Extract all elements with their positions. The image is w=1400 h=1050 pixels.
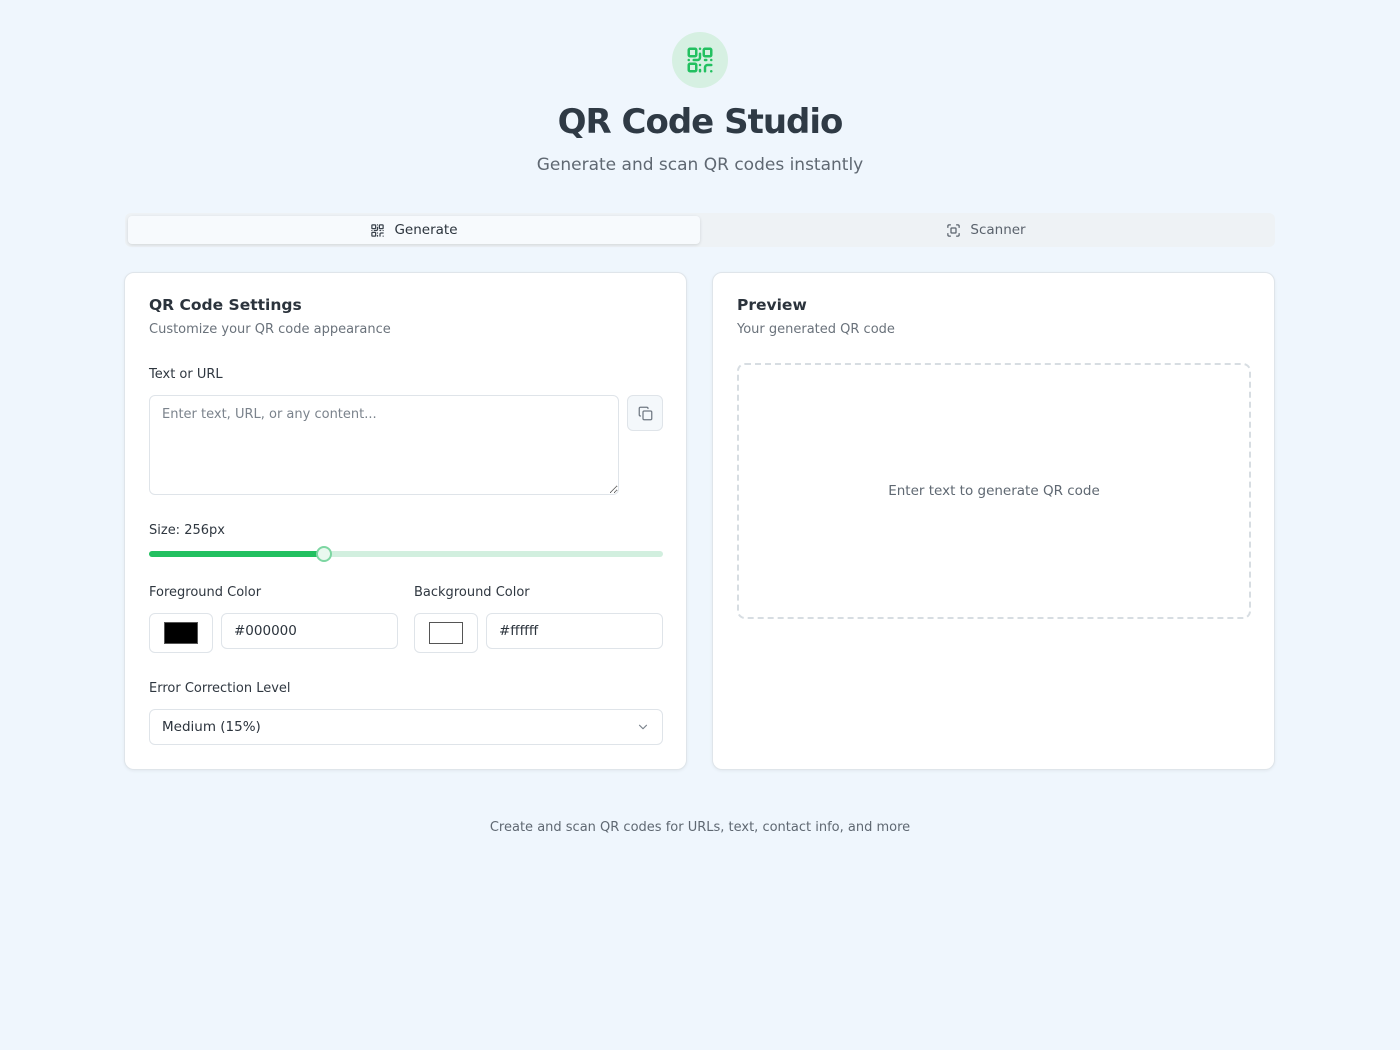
background-color-input[interactable] [486, 613, 663, 649]
background-color-label: Background Color [414, 585, 530, 600]
page-title: QR Code Studio [557, 102, 844, 142]
error-correction-label: Error Correction Level [149, 681, 291, 696]
text-input-label: Text or URL [149, 367, 223, 382]
tab-scanner-label: Scanner [970, 222, 1026, 238]
qr-preview-area: Enter text to generate QR code [737, 363, 1251, 619]
qr-code-icon [687, 47, 713, 73]
settings-card: QR Code Settings Customize your QR code … [124, 272, 687, 770]
preview-empty-message: Enter text to generate QR code [888, 483, 1100, 499]
mode-tabs: Generate Scanner [125, 213, 1275, 247]
preview-description: Your generated QR code [737, 322, 895, 337]
background-color-swatch [429, 622, 463, 644]
tab-generate-label: Generate [394, 222, 458, 238]
size-slider[interactable] [149, 546, 663, 562]
size-slider-thumb[interactable] [315, 546, 332, 562]
settings-title: QR Code Settings [149, 296, 302, 314]
foreground-color-label: Foreground Color [149, 585, 262, 600]
chevron-down-icon [638, 724, 648, 730]
scan-icon [947, 223, 961, 237]
qr-code-icon [371, 223, 385, 237]
text-input[interactable] [149, 395, 619, 495]
logo-badge [672, 32, 728, 88]
foreground-color-swatch [164, 622, 198, 644]
foreground-color-picker[interactable] [149, 613, 213, 653]
error-correction-select[interactable]: Medium (15%) [149, 709, 663, 745]
tab-generate[interactable]: Generate [128, 216, 700, 244]
page-subtitle: Generate and scan QR codes instantly [536, 155, 864, 175]
tab-scanner[interactable]: Scanner [700, 216, 1272, 244]
preview-title: Preview [737, 296, 807, 314]
settings-description: Customize your QR code appearance [149, 322, 391, 337]
size-slider-fill [149, 551, 324, 557]
preview-card: Preview Your generated QR code Enter tex… [712, 272, 1275, 770]
copy-button[interactable] [627, 395, 663, 431]
foreground-color-input[interactable] [221, 613, 398, 649]
background-color-picker[interactable] [414, 613, 478, 653]
copy-icon [638, 406, 652, 420]
footer-text: Create and scan QR codes for URLs, text,… [489, 820, 911, 835]
error-correction-value: Medium (15%) [162, 719, 261, 735]
size-label: Size: 256px [149, 523, 225, 538]
